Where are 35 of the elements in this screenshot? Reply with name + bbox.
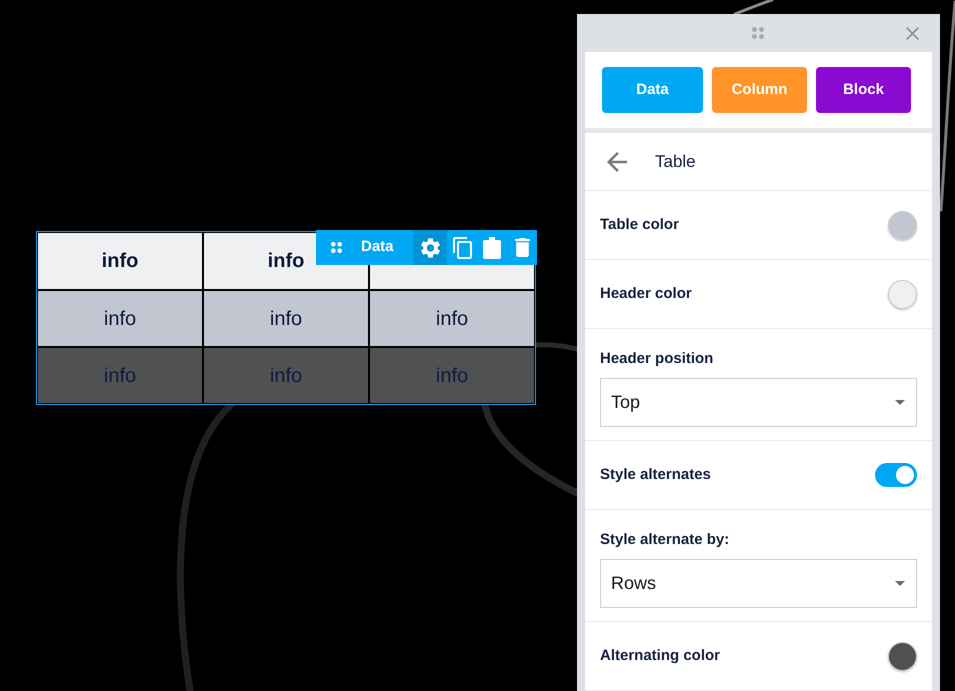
setting-label: Alternating color xyxy=(600,647,720,665)
data-table[interactable]: info info info info info info info info Data xyxy=(36,231,536,405)
setting-label: Header position xyxy=(600,350,714,368)
color-swatch[interactable] xyxy=(888,280,917,308)
setting-label: Table color xyxy=(600,216,679,234)
trash-icon xyxy=(514,238,530,257)
table-header-cell: info xyxy=(38,233,202,289)
table-cell: info xyxy=(370,291,534,346)
caret-icon xyxy=(895,581,905,586)
drag-handle-icon[interactable] xyxy=(331,242,342,253)
table-cell: info xyxy=(204,291,368,346)
drag-handle-icon[interactable] xyxy=(752,27,764,39)
block-type-button[interactable]: Block xyxy=(816,67,911,113)
back-arrow-icon xyxy=(607,152,627,172)
table-cell: info xyxy=(38,291,202,346)
color-swatch[interactable] xyxy=(888,642,917,670)
table-cell: info xyxy=(204,348,368,403)
setting-label: Style alternate by: xyxy=(600,531,730,549)
panel-title: Table xyxy=(655,150,696,173)
setting-label: Style alternates xyxy=(600,466,711,484)
back-button[interactable] xyxy=(607,152,627,172)
close-icon xyxy=(906,26,919,40)
dropdown-select[interactable]: Rows xyxy=(600,559,917,608)
dropdown-select[interactable]: Top xyxy=(600,378,917,427)
settings-icon xyxy=(420,238,440,258)
copy-icon xyxy=(452,236,472,258)
color-swatch[interactable] xyxy=(888,210,917,240)
close-button[interactable] xyxy=(906,26,919,40)
caret-icon xyxy=(895,400,905,405)
toolbar-button[interactable] xyxy=(413,230,447,265)
table-cell: info xyxy=(370,348,534,403)
toggle-switch[interactable] xyxy=(875,463,917,487)
table-cell: info xyxy=(38,348,202,403)
clipboard-icon xyxy=(483,236,501,258)
setting-label: Header color xyxy=(600,285,692,303)
